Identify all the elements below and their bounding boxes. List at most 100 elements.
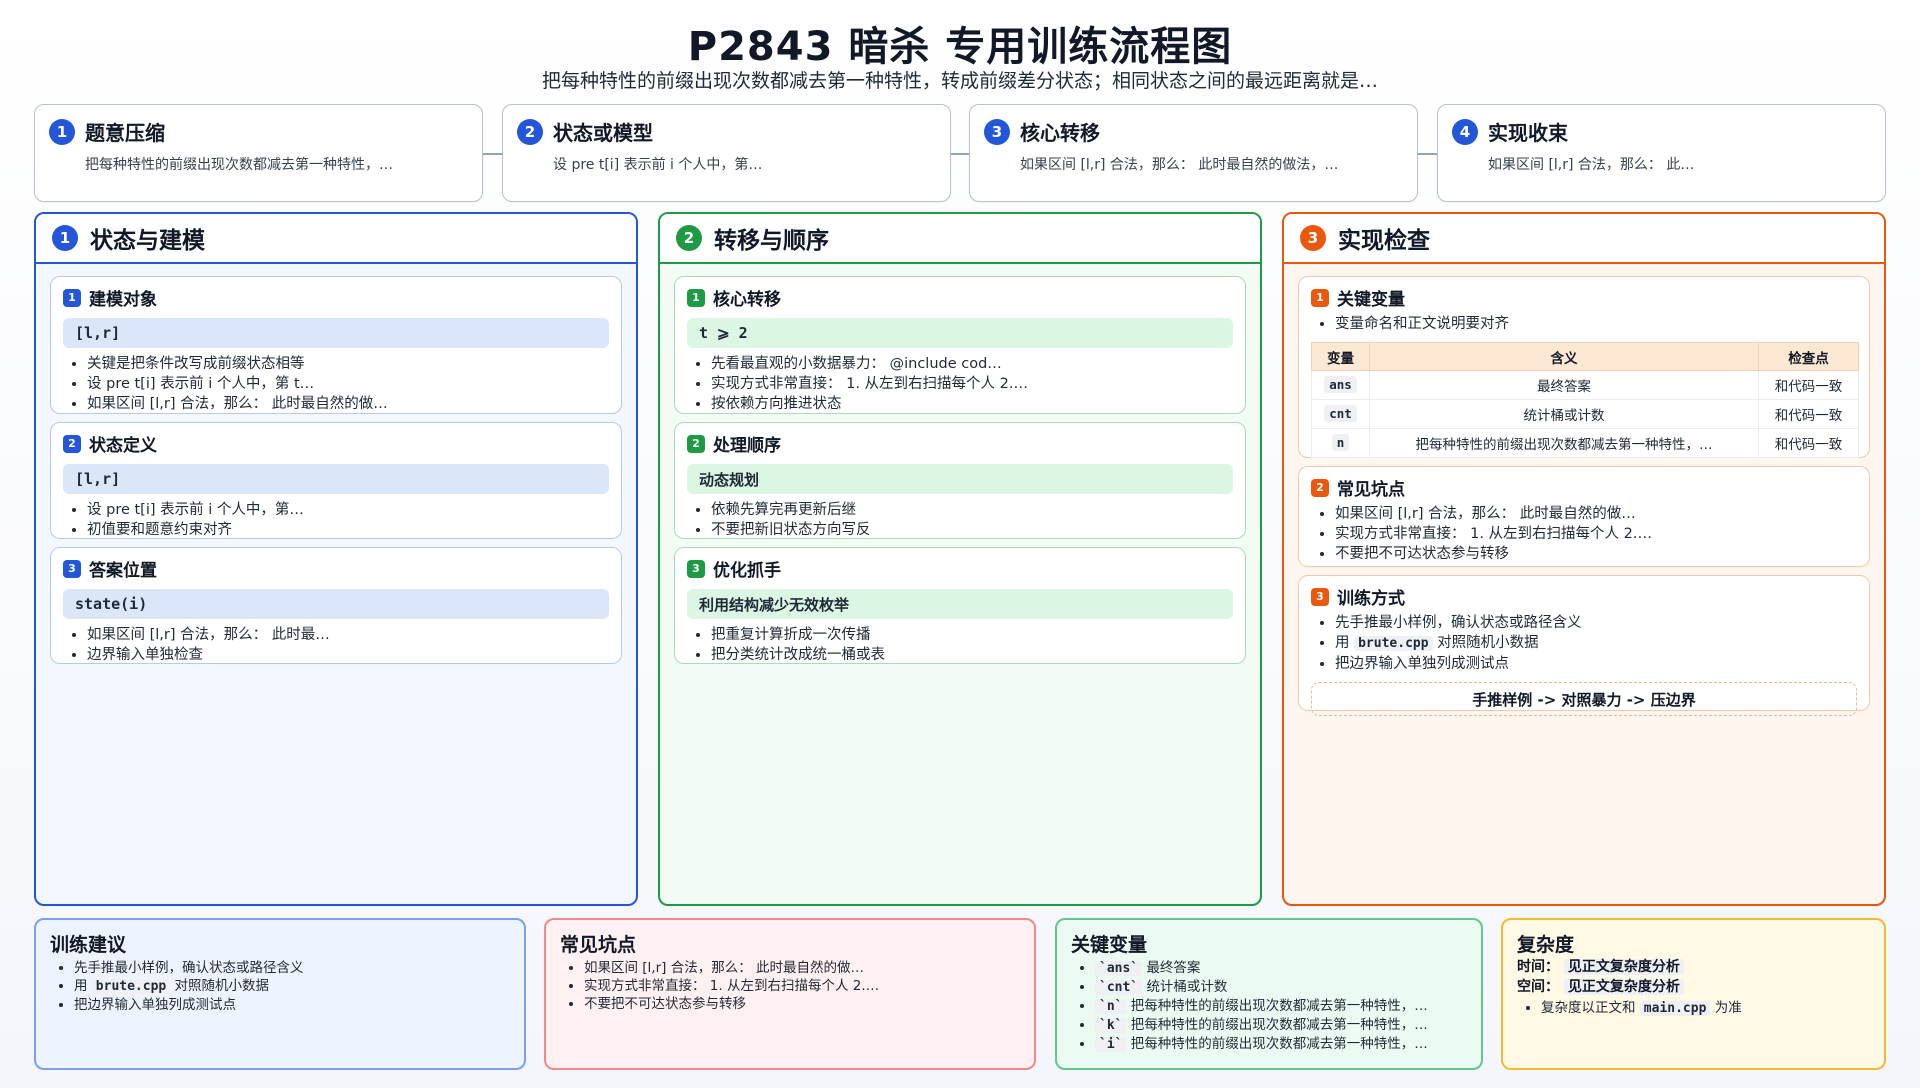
formula-pill: [l,r] [63,318,609,348]
card-common-pitfalls: 2 常见坑点 如果区间 [l,r] 合法，那么： 此时最自然的做… 实现方式非常直… [1298,466,1870,567]
card-title: 答案位置 [89,561,157,581]
column-number-badge: 3 [1300,225,1326,251]
bullet-item: 如果区间 [l,r] 合法，那么： 此时最… [87,625,609,645]
bullet-item: 实现方式非常直接： 1. 从左到右扫描每个人 2.… [584,977,1020,995]
card-number-badge: 3 [1311,587,1329,606]
bullet-item: `n` 把每种特性的前缀出现次数都减去第一种特性，… [1095,997,1467,1016]
flow-connector [951,153,969,155]
card-processing-order: 2 处理顺序 动态规划 依赖先算完再更新后继 不要把新旧状态方向写反 [674,422,1246,539]
bullet-list: 复杂度以正文和 main.cpp 为准 [1517,999,1870,1018]
panel-common-pitfalls: 常见坑点 如果区间 [l,r] 合法，那么： 此时最自然的做… 实现方式非常直接… [544,918,1036,1070]
page-subtitle: 把每种特性的前缀出现次数都减去第一种特性，转成前缀差分状态；相同状态之间的最远距… [541,70,1378,92]
card-number-badge: 3 [687,559,705,578]
time-complexity: 时间： 见正文复杂度分析 [1517,957,1870,977]
table-row: cnt 统计桶或计数 和代码一致 [1311,399,1859,429]
card-title: 处理顺序 [713,436,781,456]
bullet-list: 先手推最小样例，确认状态或路径含义 用 brute.cpp 对照随机小数据 把边… [1311,613,1857,674]
panel-training-advice: 训练建议 先手推最小样例，确认状态或路径含义 用 brute.cpp 对照随机小… [34,918,526,1070]
card-number-badge: 2 [687,434,705,453]
bullet-item: 设 pre t[i] 表示前 i 个人中，第… [87,500,609,520]
card-title: 训练方式 [1337,589,1405,609]
training-flow-hint: 手推样例 -> 对照暴力 -> 压边界 [1311,682,1857,716]
card-number-badge: 2 [1311,478,1329,497]
bullet-item: 先看最直观的小数据暴力： @include cod… [711,354,1233,374]
method-pill: 动态规划 [687,464,1233,494]
flow-step-desc: 如果区间 [l,r] 合法，那么： 此… [1488,157,1695,173]
bullet-list: 如果区间 [l,r] 合法，那么： 此时最自然的做… 实现方式非常直接： 1. … [1311,504,1857,564]
flow-step-1: 1 题意压缩 把每种特性的前缀出现次数都减去第一种特性，… [34,104,483,202]
inline-code: brute.cpp [91,979,171,994]
table-cell: 最终答案 [1369,370,1759,400]
column-header: 2 转移与顺序 [660,214,1260,264]
table-header: 变量 [1311,342,1370,371]
bullet-item: 先手推最小样例，确认状态或路径含义 [1335,613,1857,633]
card-title: 核心转移 [713,290,781,310]
flow-step-title: 题意压缩 [85,121,165,145]
panel-complexity: 复杂度 时间： 见正文复杂度分析 空间： 见正文复杂度分析 复杂度以正文和 ma… [1501,918,1886,1070]
bullet-list: 如果区间 [l,r] 合法，那么： 此时最自然的做… 实现方式非常直接： 1. … [560,959,1020,1013]
bullet-item: 实现方式非常直接： 1. 从左到右扫描每个人 2.… [711,374,1233,394]
bullet-list: `ans` 最终答案 `cnt` 统计桶或计数 `n` 把每种特性的前缀出现次数… [1071,959,1467,1054]
bullet-list: 依赖先算完再更新后继 不要把新旧状态方向写反 [687,500,1233,540]
table-header: 检查点 [1758,342,1859,371]
inline-code: brute.cpp [1354,636,1433,651]
step-number-badge: 4 [1452,118,1478,145]
column-title: 转移与顺序 [714,228,829,254]
bullet-item: 把重复计算折成一次传播 [711,625,1233,645]
formula-pill: state(i) [63,589,609,619]
column-header: 1 状态与建模 [36,214,636,264]
bullet-item: 用 brute.cpp 对照随机小数据 [74,977,510,996]
bullet-item: 依赖先算完再更新后继 [711,500,1233,520]
variable-name: ans [1324,376,1357,393]
bullet-item: 把分类统计改成统一桶或表 [711,645,1233,665]
method-pill: 利用结构减少无效枚举 [687,589,1233,619]
step-number-badge: 3 [984,118,1010,145]
bullet-item: 变量命名和正文说明要对齐 [1335,314,1857,334]
flow-step-title: 实现收束 [1488,121,1568,145]
bullet-item: 不要把不可达状态参与转移 [1335,544,1857,564]
variable-name: cnt [1324,405,1357,422]
card-number-badge: 3 [63,559,81,578]
column-transition-order: 2 转移与顺序 1 核心转移 t ⩾ 2 先看最直观的小数据暴力： @includ… [658,212,1262,906]
panel-title: 常见坑点 [560,934,637,956]
inline-code: `i` [1095,1037,1127,1052]
column-header: 3 实现检查 [1284,214,1884,264]
flow-step-title: 状态或模型 [553,121,653,145]
flow-step-desc: 把每种特性的前缀出现次数都减去第一种特性，… [85,157,393,173]
card-key-variables: 1 关键变量 变量命名和正文说明要对齐 变量 含义 检查点 ans 最终答案 和代… [1298,276,1870,458]
bullet-item: 按依赖方向推进状态 [711,394,1233,414]
variable-name: n [1331,434,1350,451]
inline-code: `k` [1095,1018,1127,1033]
table-header: 含义 [1369,342,1759,371]
bullet-item: 关键是把条件改写成前缀状态相等 [87,354,609,374]
card-number-badge: 2 [63,434,81,453]
step-number-badge: 1 [49,118,75,145]
formula-pill: t ⩾ 2 [687,318,1233,348]
inline-code: main.cpp [1639,1001,1711,1016]
bullet-list: 如果区间 [l,r] 合法，那么： 此时最… 边界输入单独检查 [63,625,609,665]
bullet-item: 设 pre t[i] 表示前 i 个人中，第 t… [87,374,609,394]
bullet-item: 如果区间 [l,r] 合法，那么： 此时最自然的做… [87,394,609,414]
inline-code: `ans` [1095,961,1143,976]
column-implementation-check: 3 实现检查 1 关键变量 变量命名和正文说明要对齐 变量 含义 检查点 ans … [1282,212,1886,906]
page-title: P2843 暗杀 专用训练流程图 [687,24,1233,70]
card-number-badge: 1 [687,288,705,307]
bullet-item: 把边界输入单独列成测试点 [74,996,510,1014]
bullet-item: 不要把不可达状态参与转移 [584,995,1020,1013]
bullet-item: 初值要和题意约束对齐 [87,520,609,540]
bullet-item: 如果区间 [l,r] 合法，那么： 此时最自然的做… [1335,504,1857,524]
flow-step-3: 3 核心转移 如果区间 [l,r] 合法，那么： 此时最自然的做法，… [969,104,1418,202]
bullet-list: 先手推最小样例，确认状态或路径含义 用 brute.cpp 对照随机小数据 把边… [50,959,510,1014]
table-cell: 和代码一致 [1758,399,1859,429]
bullet-item: 边界输入单独检查 [87,645,609,665]
variables-table: 变量 含义 检查点 ans 最终答案 和代码一致 cnt 统计桶或计数 和代码一… [1311,342,1859,458]
table-cell: 和代码一致 [1758,428,1859,458]
card-number-badge: 1 [63,288,81,307]
flow-step-2: 2 状态或模型 设 pre t[i] 表示前 i 个人中，第… [502,104,951,202]
flow-row: 1 题意压缩 把每种特性的前缀出现次数都减去第一种特性，… 2 状态或模型 设 pr… [34,104,1886,202]
column-state-modeling: 1 状态与建模 1 建模对象 [l,r] 关键是把条件改写成前缀状态相等 设 pr… [34,212,638,906]
bullet-item: 先手推最小样例，确认状态或路径含义 [74,959,510,977]
card-core-transition: 1 核心转移 t ⩾ 2 先看最直观的小数据暴力： @include cod… 实… [674,276,1246,414]
flow-step-4: 4 实现收束 如果区间 [l,r] 合法，那么： 此… [1437,104,1886,202]
panel-title: 关键变量 [1071,934,1148,956]
